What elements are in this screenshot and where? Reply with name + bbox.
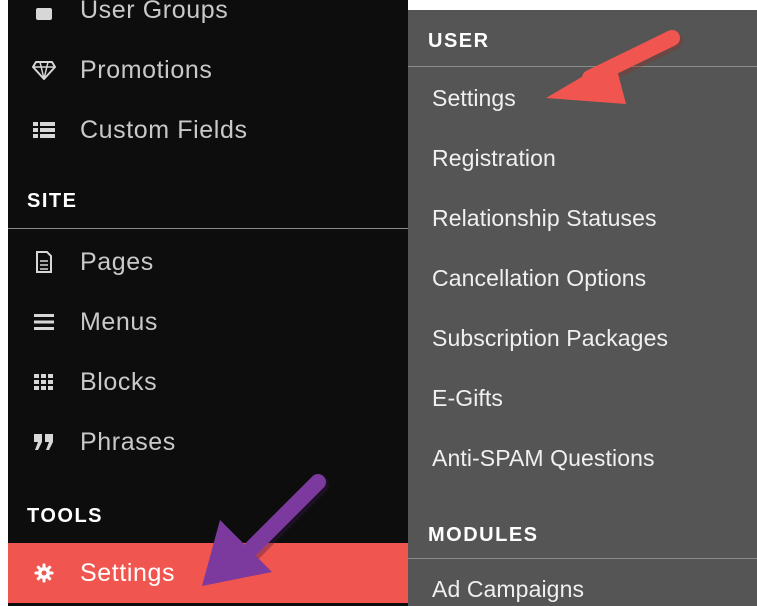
purple-annotation-arrow xyxy=(202,474,329,586)
